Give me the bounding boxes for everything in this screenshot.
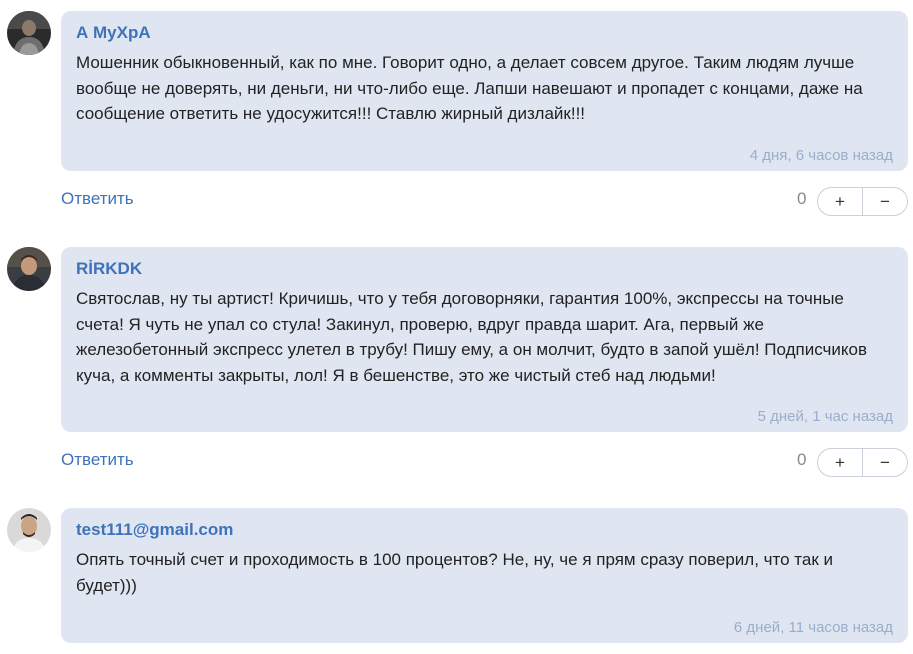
comment-author[interactable]: test111@gmail.com	[76, 520, 233, 540]
comment-author[interactable]: RİRKDK	[76, 259, 142, 279]
comment-text: Опять точный счет и проходимость в 100 п…	[76, 550, 833, 595]
vote-score: 0	[797, 189, 807, 208]
reply-button[interactable]: Ответить	[61, 450, 134, 470]
comment-bubble: А МуХрА Мошенник обыкновенный, как по мн…	[61, 11, 908, 171]
vote-control: + −	[817, 448, 908, 477]
upvote-button[interactable]: +	[818, 188, 863, 215]
user-photo-icon	[7, 508, 51, 552]
upvote-button[interactable]: +	[818, 449, 863, 476]
comment-text: Святослав, ну ты артист! Кричишь, что у …	[76, 289, 867, 385]
user-photo-icon	[7, 247, 51, 291]
avatar[interactable]	[7, 247, 51, 291]
user-photo-icon	[7, 11, 51, 55]
reply-button[interactable]: Ответить	[61, 189, 134, 209]
avatar[interactable]	[7, 508, 51, 552]
comment-time: 5 дней, 1 час назад	[757, 408, 893, 425]
comment-text: Мошенник обыкновенный, как по мне. Говор…	[76, 53, 863, 123]
vote-control: + −	[817, 187, 908, 216]
downvote-button[interactable]: −	[863, 449, 907, 476]
comment-author[interactable]: А МуХрА	[76, 23, 151, 43]
comment-bubble: RİRKDK Святослав, ну ты артист! Кричишь,…	[61, 247, 908, 432]
vote-score: 0	[797, 450, 807, 469]
avatar[interactable]	[7, 11, 51, 55]
comment-time: 6 дней, 11 часов назад	[733, 619, 893, 636]
comment-time: 4 дня, 6 часов назад	[749, 147, 893, 164]
downvote-button[interactable]: −	[863, 188, 907, 215]
comment-bubble: test111@gmail.com Опять точный счет и пр…	[61, 508, 908, 643]
